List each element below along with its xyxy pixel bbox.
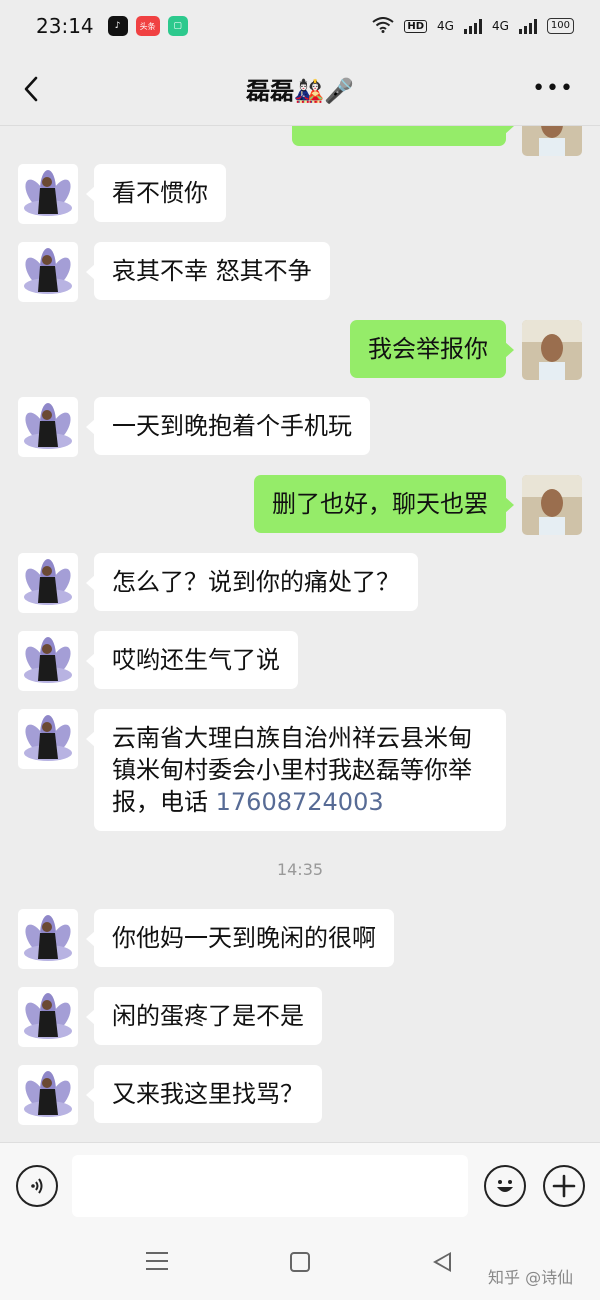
battery-indicator: 100 — [546, 18, 574, 34]
message-bubble-contact[interactable]: 哀其不幸 怒其不争 — [86, 242, 330, 300]
system-nav-bar: 知乎 @诗仙 — [0, 1230, 600, 1300]
avatar-contact[interactable] — [18, 553, 78, 613]
message-bubble-contact[interactable]: 哎哟还生气了说 — [86, 631, 298, 689]
chat-header: 磊磊🎎🎤 ••• — [0, 52, 600, 126]
status-bar: 23:14 ♪ 头条 ▢ HD 4G 4G 100 — [0, 0, 600, 52]
back-button[interactable] — [18, 72, 48, 106]
app-notification-icon: ▢ — [167, 16, 188, 36]
avatar-contact[interactable] — [18, 709, 78, 769]
tiktok-icon: ♪ — [107, 16, 128, 36]
message-line: 报，电话 17608724003 — [112, 786, 488, 818]
more-options-button[interactable]: ••• — [532, 76, 574, 101]
timestamp-divider: 14:35 — [276, 860, 324, 879]
message-list[interactable]: 看不惯你 哀其不幸 怒其不争 我会举报你 一天到晚抱着个手机玩 删了也好，聊天也… — [0, 126, 600, 1142]
hd-icon: HD — [404, 19, 428, 33]
message-line: 镇米甸村委会小里村我赵磊等你举 — [112, 756, 472, 784]
message-bubble-contact[interactable]: 一天到晚抱着个手机玩 — [86, 397, 370, 455]
avatar-contact[interactable] — [18, 164, 78, 224]
signal-icon-2 — [518, 18, 537, 34]
chat-title: 磊磊🎎🎤 — [246, 77, 354, 105]
status-time: 23:14 — [36, 14, 94, 38]
avatar-contact[interactable] — [18, 397, 78, 457]
avatar-contact[interactable] — [18, 1065, 78, 1125]
avatar-self[interactable] — [522, 126, 582, 156]
message-bubble-contact[interactable]: 闲的蛋疼了是不是 — [86, 987, 322, 1045]
message-bubble-contact[interactable]: 你他妈一天到晚闲的很啊 — [86, 909, 394, 967]
message-bubble-contact-address[interactable]: 云南省大理白族自治州祥云县米甸 镇米甸村委会小里村我赵磊等你举 报，电话 176… — [86, 709, 506, 831]
avatar-contact[interactable] — [18, 909, 78, 969]
smiley-icon — [497, 1180, 513, 1192]
message-bubble-self[interactable]: 删了也好，聊天也罢 — [254, 475, 514, 533]
toutiao-icon: 头条 — [135, 16, 160, 36]
menu-icon[interactable] — [146, 1250, 168, 1272]
message-line-prefix: 报，电话 — [112, 788, 216, 816]
plus-button[interactable] — [543, 1165, 585, 1207]
input-bar — [0, 1142, 600, 1230]
avatar-contact[interactable] — [18, 987, 78, 1047]
plus-icon — [552, 1174, 576, 1198]
message-input[interactable] — [72, 1155, 468, 1217]
voice-button[interactable] — [16, 1165, 58, 1207]
back-triangle-inner — [437, 1255, 449, 1269]
emoji-button[interactable] — [484, 1165, 526, 1207]
network-label-1: 4G — [437, 19, 454, 33]
notification-icons: ♪ 头条 ▢ — [107, 16, 188, 36]
chevron-left-icon — [24, 76, 38, 102]
signal-icon-1 — [463, 18, 482, 34]
watermark-text: 知乎 @诗仙 — [488, 1268, 574, 1287]
message-bubble-self[interactable]: 我会举报你 — [350, 320, 514, 378]
phone-number-link[interactable]: 17608724003 — [216, 788, 384, 816]
voice-icon — [31, 1178, 43, 1194]
avatar-self[interactable] — [522, 475, 582, 535]
message-bubble-contact[interactable]: 怎么了？说到你的痛处了？ — [86, 553, 418, 611]
network-label-2: 4G — [491, 19, 509, 33]
message-bubble-self-partial[interactable] — [292, 126, 514, 146]
avatar-contact[interactable] — [18, 631, 78, 691]
message-bubble-contact[interactable]: 又来我这里找骂？ — [86, 1065, 322, 1123]
home-square-icon[interactable] — [290, 1252, 310, 1272]
message-line: 云南省大理白族自治州祥云县米甸 — [112, 724, 472, 752]
message-bubble-contact[interactable]: 看不惯你 — [86, 164, 226, 222]
wifi-icon — [372, 16, 394, 36]
avatar-contact[interactable] — [18, 242, 78, 302]
status-right: HD 4G 4G 100 — [372, 16, 574, 36]
avatar-self[interactable] — [522, 320, 582, 380]
